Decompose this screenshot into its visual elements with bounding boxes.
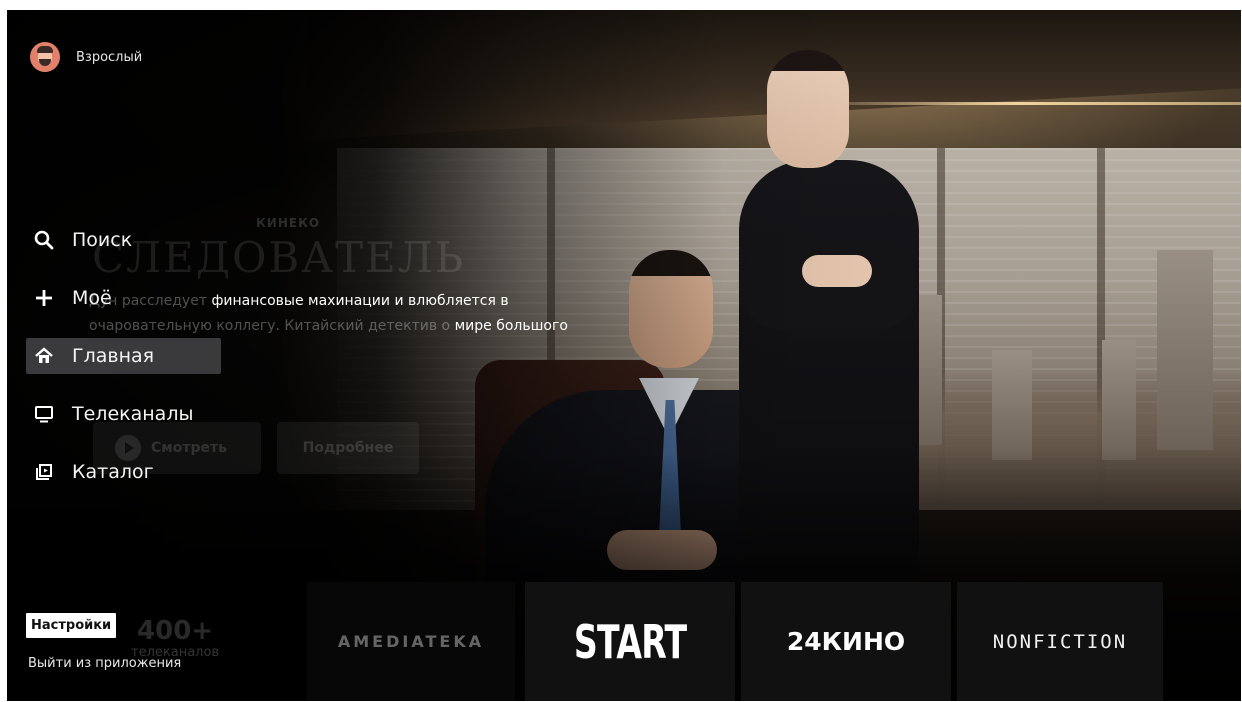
tv-icon bbox=[30, 400, 58, 428]
exit-app-button[interactable]: Выйти из приложения bbox=[28, 656, 181, 671]
home-icon bbox=[30, 342, 58, 370]
search-icon bbox=[30, 226, 58, 254]
start-logo: START bbox=[573, 614, 687, 669]
side-nav: Поиск Моё Главная Телеканалы Каталог bbox=[26, 222, 221, 512]
nav-item-search[interactable]: Поиск bbox=[26, 222, 221, 258]
partner-tile-start[interactable]: START bbox=[525, 582, 735, 701]
nav-item-tv-channels[interactable]: Телеканалы bbox=[26, 396, 221, 432]
nonfiction-logo: NONFICTION bbox=[992, 630, 1128, 653]
plus-icon bbox=[30, 284, 58, 312]
partner-tile-24kino[interactable]: 24КИНО bbox=[741, 582, 951, 701]
amediateka-logo: AMEDIATEKA bbox=[337, 632, 485, 651]
nav-item-catalog[interactable]: Каталог bbox=[26, 454, 221, 490]
partner-tile-amediateka[interactable]: AMEDIATEKA bbox=[307, 582, 515, 701]
profile-switcher[interactable]: Взрослый bbox=[30, 42, 142, 72]
settings-button[interactable]: Настройки bbox=[26, 613, 117, 638]
app-screen: КИНЕКО СЛЕДОВАТЕЛЬ Дун расследует финанс… bbox=[7, 10, 1241, 701]
nav-item-home[interactable]: Главная bbox=[26, 338, 221, 374]
partner-tile-nonfiction[interactable]: NONFICTION bbox=[957, 582, 1163, 701]
details-button[interactable]: Подробнее bbox=[277, 422, 419, 474]
channels-counter: 400+ телеканалов bbox=[131, 616, 220, 660]
provider-label: КИНЕКО bbox=[256, 216, 321, 230]
profile-name: Взрослый bbox=[76, 49, 143, 65]
avatar-icon bbox=[30, 42, 60, 72]
catalog-icon bbox=[30, 458, 58, 486]
24kino-logo: 24КИНО bbox=[786, 627, 906, 656]
nav-item-mine[interactable]: Моё bbox=[26, 280, 221, 316]
